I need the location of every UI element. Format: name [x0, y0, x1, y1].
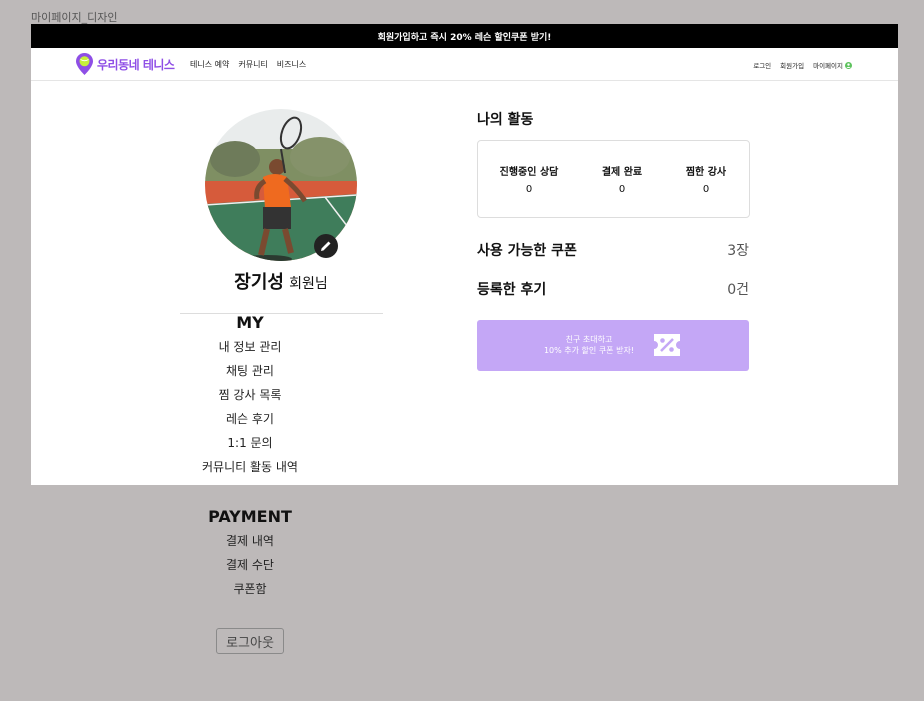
stat-consultations[interactable]: 진행중인 상담 0 — [484, 163, 574, 195]
menu-my-section: MY 내 정보 관리 채팅 관리 찜 강사 목록 레슨 후기 1:1 문의 커뮤… — [150, 311, 350, 479]
review-count: 0건 — [727, 282, 749, 298]
stat-label: 찜한 강사 — [685, 167, 727, 178]
menu-item-community-activity[interactable]: 커뮤니티 활동 내역 — [150, 455, 350, 479]
activity-stats-box: 진행중인 상담 0 결제 완료 0 찜한 강사 0 — [477, 140, 750, 218]
stat-liked-coaches[interactable]: 찜한 강사 0 — [661, 163, 751, 195]
frame-title: 마이페이지_디자인 — [31, 11, 118, 24]
coupon-count: 3장 — [727, 243, 749, 259]
stat-payments[interactable]: 결제 완료 0 — [577, 163, 667, 195]
coupon-row[interactable]: 사용 가능한 쿠폰 3장 — [477, 240, 749, 260]
stat-value: 0 — [525, 184, 533, 195]
user-name: 장기성 회원님 — [31, 268, 531, 294]
map-pin-icon — [76, 53, 93, 75]
nav-link-tennis-booking[interactable]: 테니스 예약 — [190, 59, 229, 70]
discount-coupon-icon — [654, 334, 680, 356]
my-activity-title: 나의 활동 — [477, 112, 534, 128]
user-avatar-icon — [845, 61, 852, 69]
invite-line-1: 친구 초대하고 — [565, 335, 613, 344]
top-nav: 우리동네 테니스 테니스 예약 커뮤니티 비즈니스 로그인 회원가입 마이페이지 — [31, 48, 898, 81]
nav-account-links: 로그인 회원가입 마이페이지 — [753, 60, 852, 70]
menu-item-liked-coaches[interactable]: 찜 강사 목록 — [150, 383, 350, 407]
logout-button[interactable]: 로그아웃 — [216, 628, 284, 654]
stat-label: 진행중인 상담 — [499, 167, 559, 178]
invite-friend-banner[interactable]: 친구 초대하고 10% 추가 할인 쿠폰 받자! — [477, 320, 749, 371]
menu-item-chat[interactable]: 채팅 관리 — [150, 359, 350, 383]
nav-links: 테니스 예약 커뮤니티 비즈니스 — [190, 59, 306, 70]
nav-link-community[interactable]: 커뮤니티 — [238, 59, 267, 70]
mypage-link[interactable]: 마이페이지 — [813, 60, 852, 70]
review-label: 등록한 후기 — [477, 282, 547, 298]
stat-value: 0 — [618, 184, 626, 195]
menu-my-title: MY — [236, 313, 264, 332]
menu-item-coupon-box[interactable]: 쿠폰함 — [150, 577, 350, 601]
user-honorific: 회원님 — [289, 276, 328, 292]
menu-item-my-info[interactable]: 내 정보 관리 — [150, 335, 350, 359]
login-link[interactable]: 로그인 — [753, 60, 771, 70]
promo-banner[interactable]: 회원가입하고 즉시 20% 레슨 할인쿠폰 받기! — [31, 24, 898, 48]
menu-item-lesson-reviews[interactable]: 레슨 후기 — [150, 407, 350, 431]
menu-item-payment-methods[interactable]: 결제 수단 — [150, 553, 350, 577]
logo[interactable]: 우리동네 테니스 — [76, 53, 175, 75]
invite-line-2: 10% 추가 할인 쿠폰 받자! — [543, 346, 635, 355]
coupon-label: 사용 가능한 쿠폰 — [477, 243, 577, 259]
stat-value: 0 — [702, 184, 710, 195]
menu-payment-section: PAYMENT 결제 내역 결제 수단 쿠폰함 — [150, 505, 350, 601]
edit-photo-button[interactable] — [314, 234, 338, 258]
brand-name: 우리동네 테니스 — [97, 57, 175, 72]
menu-item-payment-history[interactable]: 결제 내역 — [150, 529, 350, 553]
user-name-text: 장기성 — [234, 272, 284, 293]
stat-label: 결제 완료 — [601, 167, 643, 178]
menu-payment-title: PAYMENT — [208, 507, 292, 526]
review-row[interactable]: 등록한 후기 0건 — [477, 279, 749, 299]
nav-link-business[interactable]: 비즈니스 — [277, 59, 306, 70]
menu-item-inquiry[interactable]: 1:1 문의 — [150, 431, 350, 455]
invite-banner-text: 친구 초대하고 10% 추가 할인 쿠폰 받자! — [529, 334, 649, 356]
mypage-label: 마이페이지 — [813, 62, 843, 70]
signup-link[interactable]: 회원가입 — [780, 60, 804, 70]
pencil-icon — [321, 241, 331, 251]
